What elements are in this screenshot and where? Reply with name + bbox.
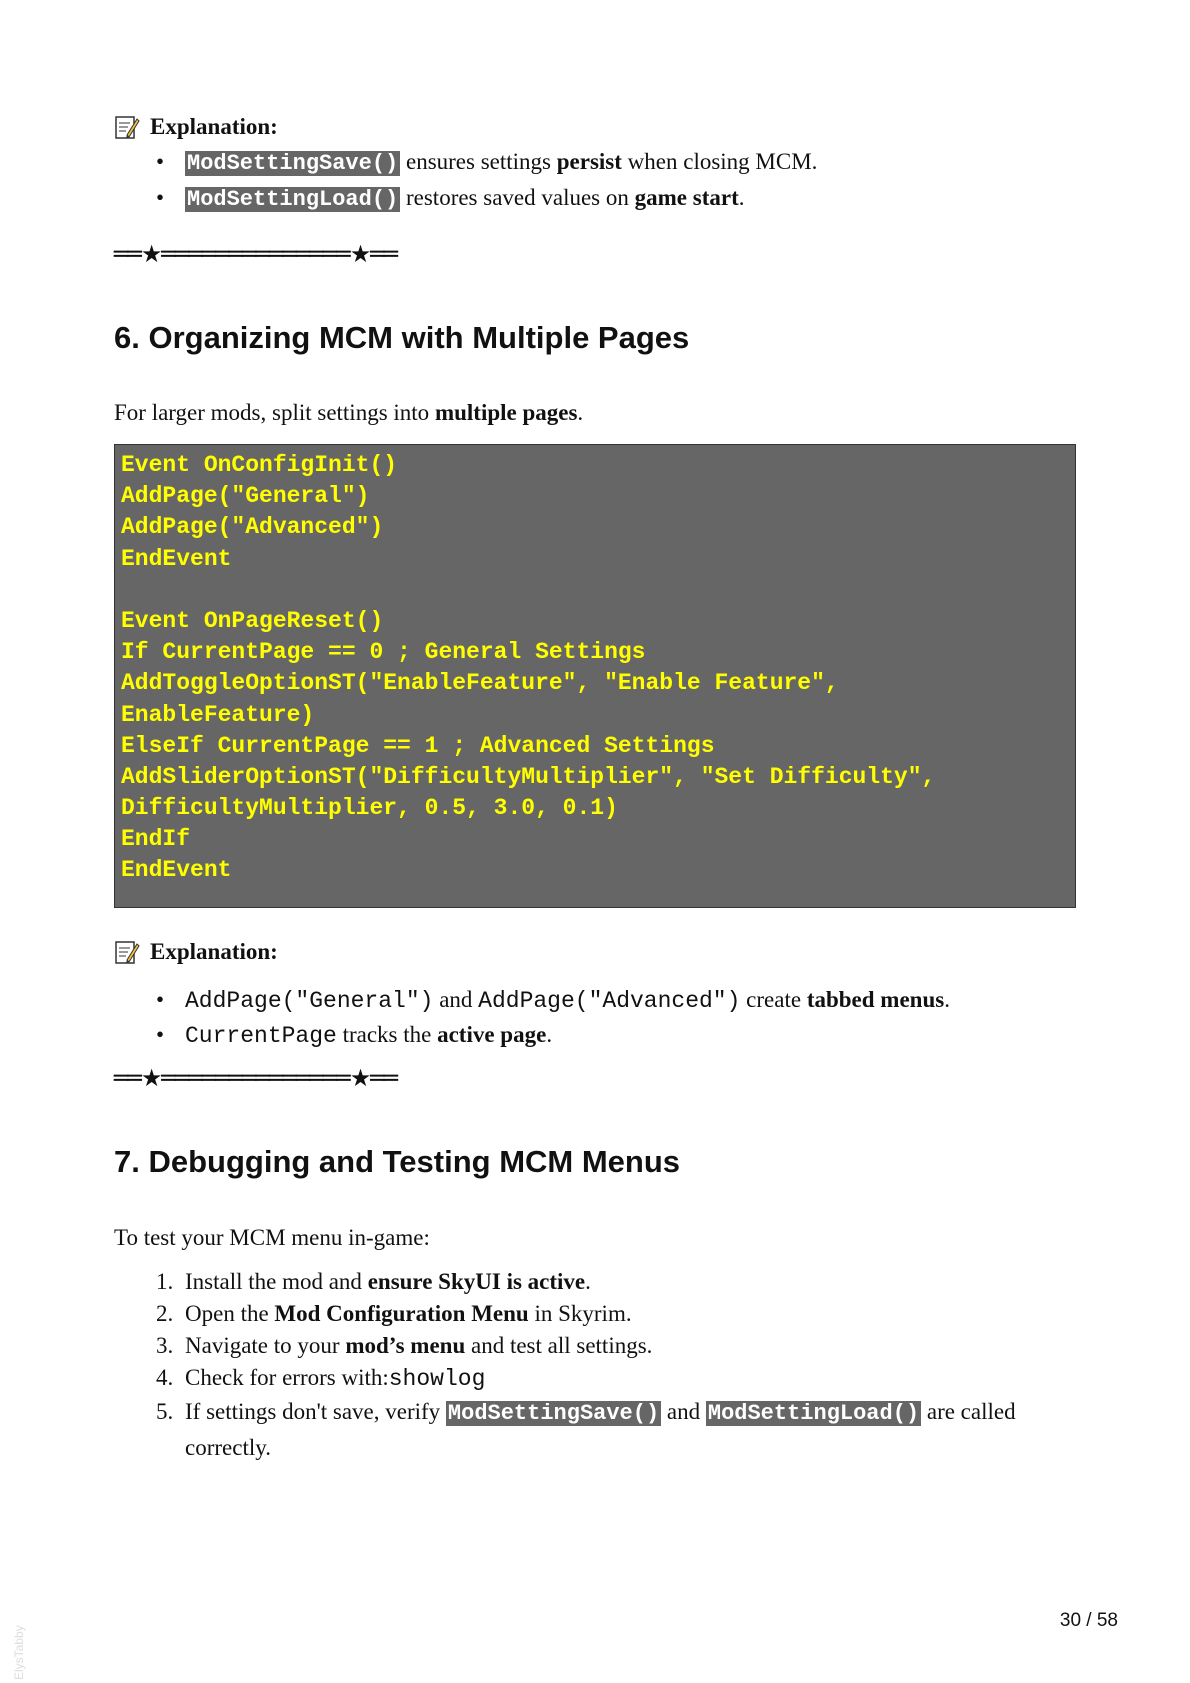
code-line: Event OnPageReset() xyxy=(121,607,384,634)
explanation-label: Explanation: xyxy=(150,114,278,139)
list-item: • CurrentPage tracks the active page. xyxy=(114,1018,950,1053)
list-bold-text: persist xyxy=(556,149,622,174)
step-number: 4. xyxy=(156,1365,174,1390)
code-line: If CurrentPage == 0 ; General Settings xyxy=(121,639,646,666)
watermark-text: ElysTabby xyxy=(12,1625,26,1680)
list-bold-text: active page xyxy=(437,1022,547,1047)
list-text: . xyxy=(944,987,950,1012)
section-heading: 7. Debugging and Testing MCM Menus xyxy=(114,1144,681,1179)
code-chip: ModSettingSave() xyxy=(185,151,401,176)
step-number: 1. xyxy=(156,1269,174,1294)
list-text: . xyxy=(585,1269,591,1294)
step-number: 2. xyxy=(156,1301,174,1326)
list-item: 4. Check for errors with:showlog xyxy=(114,1362,1076,1395)
list-bold-text: mod’s menu xyxy=(345,1333,466,1358)
bullet-icon: • xyxy=(156,1022,165,1047)
list-text: Install the mod and xyxy=(185,1269,368,1294)
list-bold-text: tabbed menus xyxy=(806,987,945,1012)
bullet-icon: • xyxy=(156,185,165,210)
code-line: AddToggleOptionST("EnableFeature", "Enab… xyxy=(121,670,839,697)
explanation-list: • AddPage("General") and AddPage("Advanc… xyxy=(114,983,950,1053)
list-text: when closing MCM. xyxy=(621,149,818,174)
list-text: . xyxy=(738,185,745,210)
star-divider: ══★══════════════★══ xyxy=(114,1064,398,1092)
code-line: DifficultyMultiplier, 0.5, 3.0, 0.1) xyxy=(121,795,618,822)
step-number: 3. xyxy=(156,1333,174,1358)
inline-code: showlog xyxy=(388,1366,486,1392)
list-text: If settings don't save, verify xyxy=(185,1399,446,1424)
bullet-icon: • xyxy=(156,987,165,1012)
explanation-heading: Explanation: xyxy=(114,112,278,142)
code-line: AddSliderOptionST("DifficultyMultiplier"… xyxy=(121,763,936,790)
code-line: Event OnConfigInit() xyxy=(121,452,398,478)
code-line: EndIf xyxy=(121,826,191,853)
inline-code: AddPage("General") xyxy=(185,988,434,1014)
list-text: . xyxy=(546,1022,553,1047)
list-item: • ModSettingSave() ensures settings pers… xyxy=(114,145,817,181)
list-item: • AddPage("General") and AddPage("Advanc… xyxy=(114,983,950,1018)
section-heading: 6. Organizing MCM with Multiple Pages xyxy=(114,320,690,355)
paragraph-text: For larger mods, split settings into xyxy=(114,400,435,425)
code-line: EndEvent xyxy=(121,545,232,572)
list-bold-text: ensure SkyUI is active xyxy=(367,1269,586,1294)
list-text: restores saved values on xyxy=(400,185,635,210)
list-item: 5. If settings don't save, verify ModSet… xyxy=(114,1395,1076,1465)
list-text: create xyxy=(740,987,807,1012)
code-line: EnableFeature) xyxy=(121,701,315,728)
list-text: and xyxy=(433,987,479,1012)
list-bold-text: game start xyxy=(634,185,739,210)
paragraph-text: . xyxy=(577,400,584,425)
list-item: 1. Install the mod and ensure SkyUI is a… xyxy=(114,1266,1076,1298)
code-chip: ModSettingSave() xyxy=(445,1401,662,1426)
list-item: 2. Open the Mod Configuration Menu in Sk… xyxy=(114,1298,1076,1330)
list-text: in Skyrim. xyxy=(528,1301,632,1326)
list-text: Navigate to your xyxy=(185,1333,346,1358)
page-number: 30 / 58 xyxy=(1059,1610,1118,1631)
code-block: Event OnConfigInit() AddPage("General") … xyxy=(114,444,1076,908)
paragraph-bold-text: multiple pages xyxy=(434,400,578,425)
list-bold-text: Mod Configuration Menu xyxy=(274,1301,529,1326)
list-text: and xyxy=(661,1399,706,1424)
code-line: ElseIf CurrentPage == 1 ; Advanced Setti… xyxy=(121,732,715,759)
code-line: AddPage("Advanced") xyxy=(121,514,384,541)
steps-list: 1. Install the mod and ensure SkyUI is a… xyxy=(114,1266,1076,1465)
explanation-label: Explanation: xyxy=(150,939,278,964)
list-item: 3. Navigate to your mod’s menu and test … xyxy=(114,1330,1076,1362)
list-text: tracks the xyxy=(336,1022,438,1047)
watermark: ElysTabby xyxy=(12,1625,26,1680)
list-item: • ModSettingLoad() restores saved values… xyxy=(114,181,817,217)
bullet-icon: • xyxy=(156,149,165,174)
code-line: AddPage("General") xyxy=(121,483,370,510)
list-text: ensures settings xyxy=(400,149,557,174)
explanation-list: • ModSettingSave() ensures settings pers… xyxy=(114,145,817,217)
step-number: 5. xyxy=(156,1399,174,1424)
explanation-heading: Explanation: xyxy=(114,937,278,967)
memo-icon xyxy=(115,116,140,139)
inline-code: CurrentPage xyxy=(185,1023,337,1049)
star-divider: ══★══════════════★══ xyxy=(114,240,398,268)
code-chip: ModSettingLoad() xyxy=(705,1401,922,1426)
code-line: EndEvent xyxy=(121,857,232,884)
paragraph: For larger mods, split settings into mul… xyxy=(114,397,583,429)
inline-code: AddPage("Advanced") xyxy=(478,988,741,1014)
memo-icon xyxy=(115,941,140,964)
paragraph: To test your MCM menu in-game: xyxy=(114,1225,430,1250)
code-chip: ModSettingLoad() xyxy=(185,187,401,212)
list-text: Open the xyxy=(185,1301,275,1326)
list-text: and test all settings. xyxy=(465,1333,653,1358)
list-text: Check for errors with: xyxy=(185,1365,389,1390)
